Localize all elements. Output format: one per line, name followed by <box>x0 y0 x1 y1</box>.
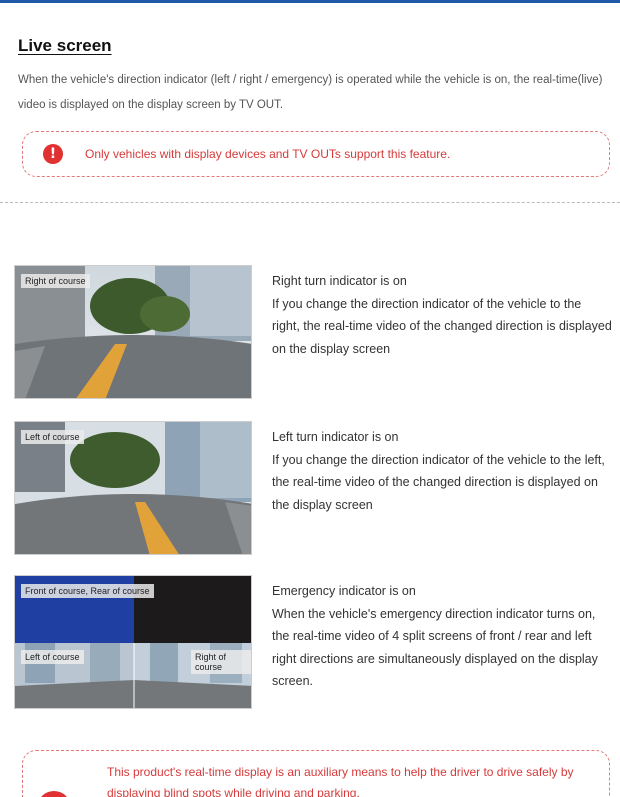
section-divider <box>0 202 620 203</box>
emergency-description: Emergency indicator is on When the vehic… <box>272 580 612 693</box>
right-view-image: Right of course <box>14 265 252 399</box>
section-title: Live screen <box>18 36 112 55</box>
safety-note-text: This product's real-time display is an a… <box>107 765 574 797</box>
left-view-image: Left of course <box>14 421 252 555</box>
left-turn-description: Left turn indicator is on If you change … <box>272 426 612 516</box>
intro-text: When the vehicle's direction indicator (… <box>18 74 603 111</box>
image-caption: Right of course <box>21 274 90 288</box>
right-turn-description: Right turn indicator is on If you change… <box>272 270 612 360</box>
top-rule <box>0 0 620 3</box>
item-heading: Emergency indicator is on <box>272 584 416 598</box>
safety-note: ! This product's real-time display is an… <box>22 750 610 797</box>
image-caption: Left of course <box>21 430 84 444</box>
item-body: If you change the direction indicator of… <box>272 452 605 512</box>
image-caption-left: Left of course <box>21 650 84 664</box>
feature-note: ! Only vehicles with display devices and… <box>22 131 610 177</box>
exclamation-icon: ! <box>43 144 63 164</box>
split-view-image: Front of course, Rear of course Left of … <box>14 575 252 709</box>
exclamation-icon: ! <box>37 791 71 797</box>
item-heading: Right turn indicator is on <box>272 274 407 288</box>
feature-note-text: Only vehicles with display devices and T… <box>85 147 451 161</box>
item-body: When the vehicle's emergency direction i… <box>272 606 598 689</box>
image-caption-right: Right of course <box>191 650 251 674</box>
item-heading: Left turn indicator is on <box>272 430 399 444</box>
item-body: If you change the direction indicator of… <box>272 296 612 356</box>
image-caption-top: Front of course, Rear of course <box>21 584 154 598</box>
